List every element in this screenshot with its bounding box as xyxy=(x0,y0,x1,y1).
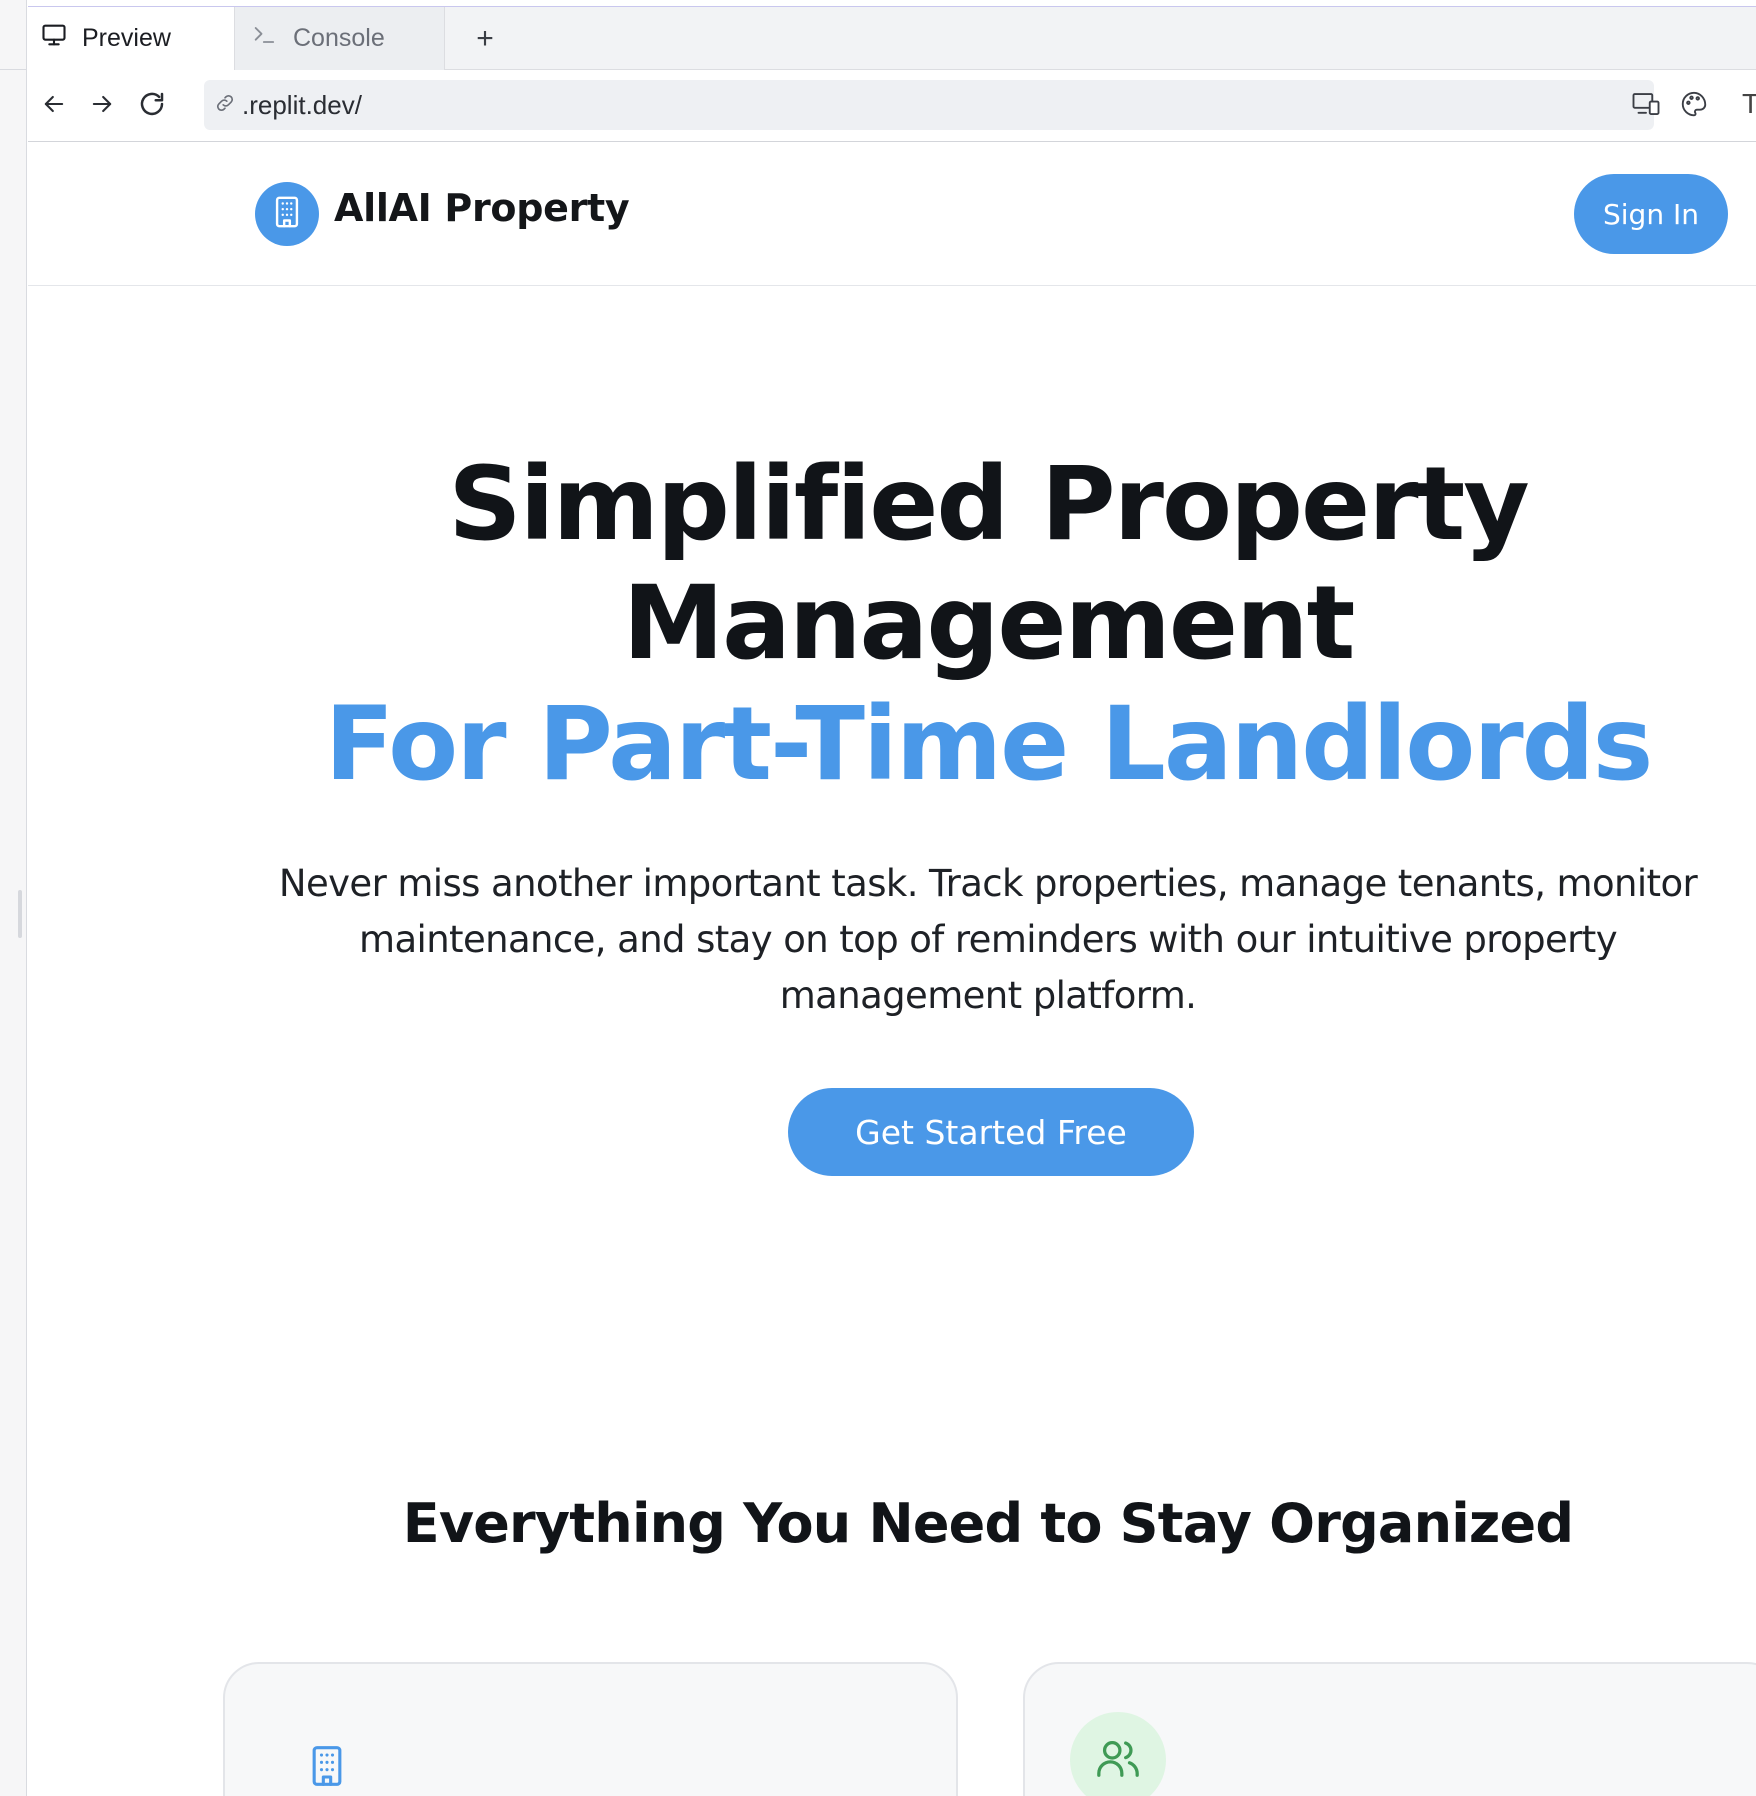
reload-icon xyxy=(137,89,167,123)
clipped-toolbar-label[interactable]: T xyxy=(1742,88,1756,120)
palette-icon xyxy=(1679,89,1709,123)
arrow-right-icon xyxy=(88,90,116,122)
plus-icon: + xyxy=(476,21,494,55)
sign-in-button[interactable]: Sign In xyxy=(1574,174,1728,254)
hero-subtitle: Never miss another important task. Track… xyxy=(278,862,1698,1017)
resize-handle[interactable] xyxy=(18,890,22,938)
brand-name[interactable]: AllAI Property xyxy=(334,186,630,230)
features-heading: Everything You Need to Stay Organized xyxy=(402,1492,1574,1555)
forward-button[interactable] xyxy=(82,86,122,126)
reload-button[interactable] xyxy=(132,86,172,126)
feature-card-tenants xyxy=(1023,1662,1756,1796)
tab-bar: Preview Console + xyxy=(28,6,1756,70)
building-icon xyxy=(305,1744,349,1792)
devices-button[interactable] xyxy=(1626,86,1666,126)
get-started-button[interactable]: Get Started Free xyxy=(788,1088,1194,1176)
address-bar: .replit.dev/ T xyxy=(28,70,1756,142)
left-panel-gutter xyxy=(0,0,27,1796)
terminal-icon xyxy=(251,21,279,56)
logo[interactable] xyxy=(255,182,319,246)
feature-icon-badge xyxy=(279,1720,375,1796)
tab-preview-label: Preview xyxy=(82,24,171,52)
feature-icon-badge xyxy=(1070,1712,1166,1796)
link-icon xyxy=(214,92,236,118)
devices-icon xyxy=(1631,89,1661,123)
users-icon xyxy=(1095,1735,1141,1785)
building-icon xyxy=(270,195,304,233)
gutter-cap xyxy=(0,0,27,70)
tab-preview[interactable]: Preview xyxy=(28,7,235,70)
site-viewport: AllAI Property Sign In Simplified Proper… xyxy=(28,142,1756,1796)
monitor-icon xyxy=(40,21,68,56)
arrow-left-icon xyxy=(40,90,68,122)
back-button[interactable] xyxy=(34,86,74,126)
theme-button[interactable] xyxy=(1674,86,1714,126)
hero-title-line-2: Management xyxy=(622,564,1356,683)
tab-console-label: Console xyxy=(293,24,385,52)
hero-title-line-1: Simplified Property xyxy=(448,445,1530,564)
new-tab-button[interactable]: + xyxy=(460,7,510,70)
feature-card-properties xyxy=(223,1662,958,1796)
hero-title-highlight: For Part-Time Landlords xyxy=(324,685,1654,804)
url-input[interactable]: .replit.dev/ xyxy=(204,80,1654,130)
site-header: AllAI Property Sign In xyxy=(28,142,1756,286)
replit-preview-window: Preview Console + .replit.dev/ T AllAI P… xyxy=(0,0,1756,1796)
url-text: .replit.dev/ xyxy=(242,89,362,120)
tab-console[interactable]: Console xyxy=(235,7,445,70)
